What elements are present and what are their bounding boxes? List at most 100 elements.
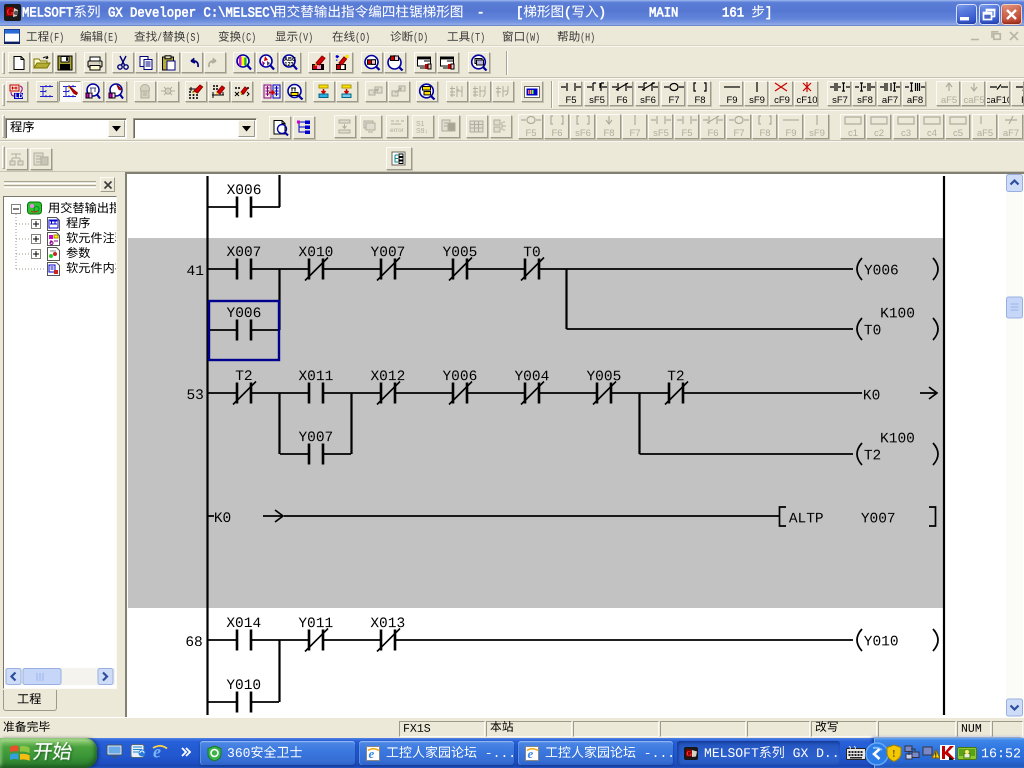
svg-text:error: error (390, 127, 405, 134)
svg-text:sF6: sF6 (575, 128, 591, 139)
svg-text:aF5: aF5 (941, 95, 957, 106)
svg-text:c5: c5 (953, 128, 963, 139)
svg-text:sF6: sF6 (640, 95, 656, 106)
svg-text:(: ( (564, 6, 571, 21)
svg-text:F5: F5 (565, 95, 576, 106)
svg-text:F6: F6 (707, 128, 718, 139)
svg-text:T0: T0 (864, 323, 881, 339)
svg-text:G: G (686, 749, 692, 758)
svg-text:cF9: cF9 (774, 95, 790, 106)
svg-text:!: ! (935, 753, 937, 760)
svg-text:F: F (1021, 95, 1023, 106)
svg-text:(S): (S) (185, 32, 200, 44)
svg-text:41: 41 (187, 264, 204, 280)
svg-text:F7: F7 (629, 128, 640, 139)
svg-text:!: ! (892, 748, 896, 760)
svg-text:sF9: sF9 (809, 128, 825, 139)
svg-text:-...: -... (636, 746, 673, 761)
svg-text:X006: X006 (227, 183, 262, 199)
svg-text:G: G (7, 7, 14, 17)
svg-text:-: - (477, 6, 484, 21)
svg-text:(F): (F) (49, 32, 64, 44)
svg-text:Y006: Y006 (864, 263, 899, 279)
svg-text:ALTP: ALTP (789, 511, 824, 527)
svg-text:sF5: sF5 (653, 128, 669, 139)
svg-text:X010: X010 (299, 245, 334, 261)
svg-text:aF7: aF7 (882, 95, 898, 106)
svg-text:X012: X012 (370, 369, 405, 385)
svg-text:T2: T2 (667, 369, 684, 385)
svg-text:F5: F5 (681, 128, 692, 139)
svg-text:(V): (V) (298, 32, 313, 44)
svg-text:]: ] (765, 6, 772, 21)
svg-text:K100: K100 (880, 306, 915, 322)
svg-text:MELSOFT: MELSOFT (704, 746, 759, 761)
svg-text:F8: F8 (603, 128, 614, 139)
svg-text:(C): (C) (241, 32, 256, 44)
svg-text:Y007: Y007 (371, 245, 406, 261)
svg-text:F9: F9 (785, 128, 796, 139)
svg-text:c4: c4 (927, 128, 937, 139)
svg-text:X013: X013 (370, 616, 405, 632)
svg-text:161: 161 (722, 6, 751, 21)
svg-text:/: / (157, 32, 162, 44)
svg-text:T2: T2 (864, 448, 881, 464)
svg-text:T0: T0 (523, 245, 540, 261)
svg-text:(E): (E) (103, 32, 118, 44)
svg-text:): ) (599, 6, 606, 21)
svg-text:GX Developer C:\MELSEC\: GX Developer C:\MELSEC\ (101, 6, 277, 21)
svg-text:LD: LD (15, 94, 24, 100)
svg-text:cF10: cF10 (796, 95, 817, 106)
svg-text:aF7: aF7 (1003, 128, 1019, 139)
svg-text:c3: c3 (901, 128, 911, 139)
svg-text:S1: S1 (416, 121, 425, 128)
svg-text:T2: T2 (235, 369, 252, 385)
svg-text:(H): (H) (580, 32, 595, 44)
svg-text:X014: X014 (226, 616, 261, 632)
svg-text:c2: c2 (874, 128, 884, 139)
svg-text:K100: K100 (880, 431, 915, 447)
svg-text:Y004: Y004 (514, 369, 549, 385)
svg-text:Y006: Y006 (442, 369, 477, 385)
svg-text:F9: F9 (726, 95, 737, 106)
svg-text:16:52: 16:52 (981, 747, 1021, 762)
svg-text:K0: K0 (863, 388, 880, 404)
svg-text:caF5: caF5 (963, 95, 984, 106)
svg-text:GX D...: GX D... (785, 746, 840, 761)
svg-text:F8: F8 (694, 95, 705, 106)
svg-text:K0: K0 (214, 511, 231, 527)
svg-text:F7: F7 (733, 128, 744, 139)
svg-text:123: 123 (284, 62, 293, 68)
svg-text:68: 68 (185, 635, 202, 651)
svg-text:F6: F6 (551, 128, 562, 139)
svg-text:aF8: aF8 (907, 95, 923, 106)
svg-text:F5: F5 (525, 128, 536, 139)
svg-text:F7: F7 (668, 95, 679, 106)
svg-text:(W): (W) (525, 32, 540, 44)
svg-text:(D): (D) (413, 32, 428, 44)
svg-text:sF5: sF5 (589, 95, 605, 106)
svg-text:aF5: aF5 (976, 128, 992, 139)
svg-text:caF10: caF10 (987, 95, 1009, 106)
svg-text:Y006: Y006 (227, 306, 262, 322)
svg-text:sF8: sF8 (857, 95, 873, 106)
svg-text:NUM: NUM (961, 723, 982, 735)
svg-text:X007: X007 (227, 245, 262, 261)
svg-text:Y011: Y011 (298, 616, 333, 632)
svg-text:Y010: Y010 (226, 678, 261, 694)
svg-text:FX1S: FX1S (403, 723, 431, 735)
svg-text:S9↓: S9↓ (416, 128, 428, 135)
svg-text:-...: -... (477, 746, 514, 761)
svg-text:F8: F8 (759, 128, 770, 139)
svg-text:Y005: Y005 (443, 245, 478, 261)
svg-text:Y007: Y007 (298, 430, 333, 446)
svg-text:Y005: Y005 (586, 369, 621, 385)
svg-text:X011: X011 (298, 369, 333, 385)
svg-text:53: 53 (186, 388, 203, 404)
svg-text:Y007: Y007 (861, 511, 896, 527)
svg-text:(O): (O) (355, 32, 370, 44)
svg-text:MELSOFT: MELSOFT (22, 6, 73, 21)
svg-text:[: [ (516, 6, 523, 21)
svg-text:F6: F6 (617, 95, 628, 106)
svg-text:sF9: sF9 (749, 95, 765, 106)
